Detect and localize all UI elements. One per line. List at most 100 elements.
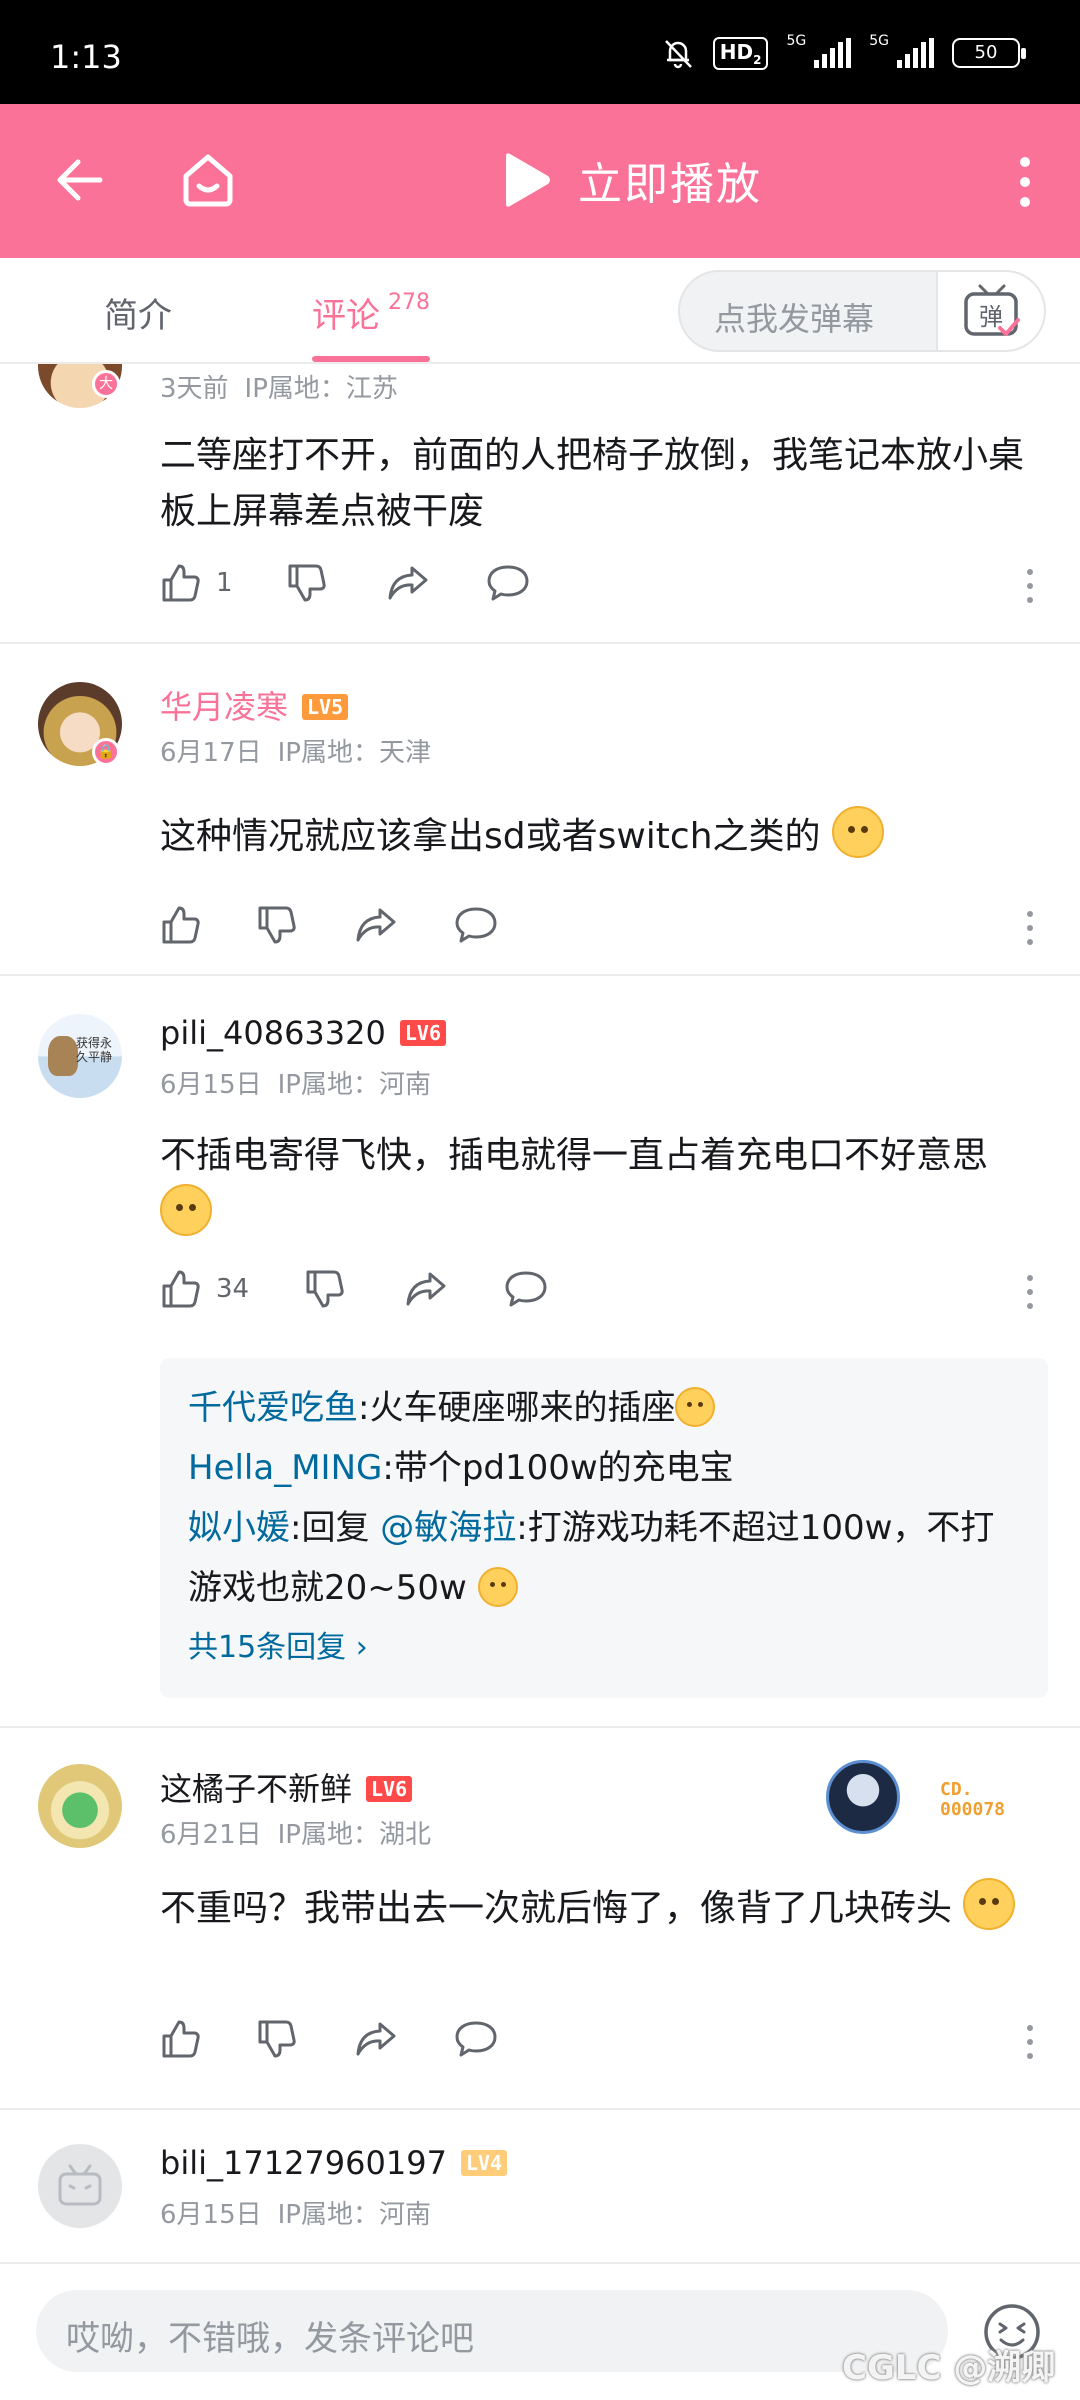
lock-badge-icon: 🔒 — [92, 738, 120, 766]
comment-icon — [455, 2021, 497, 2057]
username[interactable]: 这橘子不新鲜 LV6 — [160, 1764, 413, 1810]
comment-input[interactable]: 哎呦，不错哦，发条评论吧 — [36, 2290, 948, 2372]
play-icon — [506, 153, 550, 207]
view-all-replies-link[interactable]: 共15条回复 › — [188, 1618, 1020, 1678]
thumbs-down-icon — [258, 2020, 296, 2058]
reply-author[interactable]: 千代爱吃鱼 — [188, 1388, 358, 1428]
comments-count: 278 — [388, 290, 430, 315]
danmaku-input[interactable]: 点我发弹幕 — [714, 294, 874, 340]
comment-meta: 3天前 IP属地：江苏 — [160, 374, 398, 404]
share-button[interactable] — [404, 1268, 448, 1310]
laugh-cry-emoji-icon — [963, 1878, 1016, 1930]
dislike-button[interactable] — [256, 2018, 298, 2060]
play-now-button[interactable]: 立即播放 — [500, 148, 762, 212]
more-vertical-icon[interactable] — [1024, 2022, 1036, 2062]
share-icon — [388, 566, 428, 600]
like-button[interactable] — [160, 904, 202, 946]
like-count: 34 — [216, 1274, 250, 1304]
home-icon[interactable] — [176, 148, 240, 212]
watermark: CGLC @溯卿 — [842, 2348, 1056, 2388]
level-badge: LV6 — [399, 1020, 446, 1046]
share-button[interactable] — [354, 904, 398, 946]
reply-item[interactable]: Hella_MING:带个pd100w的充电宝 — [188, 1438, 1020, 1498]
comment-list[interactable]: 大 3天前 IP属地：江苏 二等座打不开，前面的人把椅子放倒，我笔记本放小桌板上屏… — [0, 364, 1080, 2262]
active-tab-indicator — [312, 356, 430, 362]
status-icons: HD2 5G 5G 50 — [661, 33, 1026, 70]
username[interactable]: pili_40863320 LV6 — [160, 1014, 446, 1052]
tab-comments[interactable]: 评论 278 — [312, 288, 430, 337]
danmaku-button[interactable]: 弹 — [936, 272, 1044, 350]
share-button[interactable] — [386, 562, 430, 604]
divider — [0, 1726, 1080, 1728]
danmaku-box[interactable]: 点我发弹幕 弹 — [678, 270, 1046, 352]
thumbs-up-icon — [162, 564, 200, 602]
reply-button[interactable] — [504, 1268, 548, 1310]
status-bar: 1:13 HD2 5G 5G 50 — [0, 0, 1080, 104]
dislike-button[interactable] — [304, 1268, 346, 1310]
battery-icon: 50 — [952, 38, 1026, 68]
fan-badge-label: CD. 000078 — [940, 1779, 1006, 1820]
default-avatar-icon — [58, 2164, 102, 2206]
share-button[interactable] — [354, 2018, 398, 2060]
comment-icon — [505, 1271, 547, 1307]
signal-icon-1 — [814, 38, 852, 68]
avatar[interactable] — [38, 1764, 122, 1848]
fan-badge-avatar — [826, 1760, 900, 1834]
divider — [0, 2108, 1080, 2110]
doge-emoji-icon — [477, 1567, 518, 1607]
comment-meta: 6月21日 IP属地：湖北 — [160, 1820, 431, 1850]
more-vertical-icon[interactable] — [1024, 566, 1036, 606]
thumbs-down-icon — [258, 906, 296, 944]
more-vertical-icon[interactable] — [1024, 1272, 1036, 1312]
back-arrow-icon[interactable] — [50, 150, 110, 210]
hd-icon: HD2 — [712, 36, 769, 70]
dislike-button[interactable] — [286, 562, 328, 604]
username[interactable]: 华月凌寒 LV5 — [160, 682, 349, 728]
reply-item[interactable]: 姒小媛:回复 @敏海拉:打游戏功耗不超过100w，不打游戏也就20~50w — [188, 1498, 1020, 1618]
thumbs-up-icon — [162, 906, 200, 944]
reply-button[interactable] — [454, 2018, 498, 2060]
laugh-cry-emoji-icon — [160, 1184, 212, 1236]
dislike-button[interactable] — [256, 904, 298, 946]
more-vertical-icon[interactable] — [1024, 908, 1036, 948]
net-label-1: 5G — [786, 33, 807, 49]
danmaku-icon: 弹 — [964, 284, 1020, 336]
play-now-label: 立即播放 — [578, 159, 762, 210]
signal-icon-2 — [897, 38, 934, 68]
username[interactable]: bili_17127960197 LV4 — [160, 2144, 508, 2182]
like-button[interactable]: 1 — [160, 562, 233, 604]
like-button[interactable]: 34 — [160, 1268, 249, 1310]
comment-meta: 6月15日 IP属地：河南 — [160, 1070, 431, 1100]
tab-intro[interactable]: 简介 — [104, 288, 172, 337]
comment-actions: 1 — [160, 562, 1040, 612]
status-time: 1:13 — [50, 38, 122, 76]
divider — [0, 974, 1080, 976]
comment-input-placeholder: 哎呦，不错哦，发条评论吧 — [66, 2319, 474, 2359]
net-label-2: 5G — [869, 33, 889, 49]
level-badge: LV4 — [460, 2150, 508, 2176]
thumbs-up-icon — [162, 1270, 200, 1308]
reply-author[interactable]: Hella_MING — [188, 1448, 382, 1488]
reply-mention[interactable]: @敏海拉 — [380, 1508, 516, 1548]
like-button[interactable] — [160, 2018, 202, 2060]
reply-button[interactable] — [454, 904, 498, 946]
mute-bell-icon — [664, 40, 692, 69]
comment-actions: 34 — [160, 1268, 1040, 1318]
level-badge: LV5 — [302, 694, 349, 720]
avatar[interactable]: 获得永久平静 — [38, 1014, 122, 1098]
comment-icon — [455, 907, 497, 943]
reply-preview[interactable]: 千代爱吃鱼:火车硬座哪来的插座 Hella_MING:带个pd100w的充电宝 … — [160, 1358, 1048, 1698]
comment-meta: 6月15日 IP属地：河南 — [160, 2200, 431, 2230]
thumbs-down-icon — [288, 564, 326, 602]
reply-author[interactable]: 姒小媛 — [188, 1508, 290, 1548]
avatar[interactable] — [38, 2144, 122, 2228]
comment-text: 不重吗？我带出去一次就后悔了，像背了几块砖头 — [160, 1878, 1040, 1937]
reply-button[interactable] — [486, 562, 530, 604]
reply-item[interactable]: 千代爱吃鱼:火车硬座哪来的插座 — [188, 1378, 1020, 1438]
thumbs-up-icon — [162, 2020, 200, 2058]
laugh-cry-emoji-icon — [675, 1387, 716, 1427]
tab-comments-label: 评论 — [312, 296, 380, 336]
more-vertical-icon[interactable] — [1010, 154, 1040, 210]
comment-actions — [160, 904, 1040, 954]
share-icon — [356, 2022, 396, 2056]
